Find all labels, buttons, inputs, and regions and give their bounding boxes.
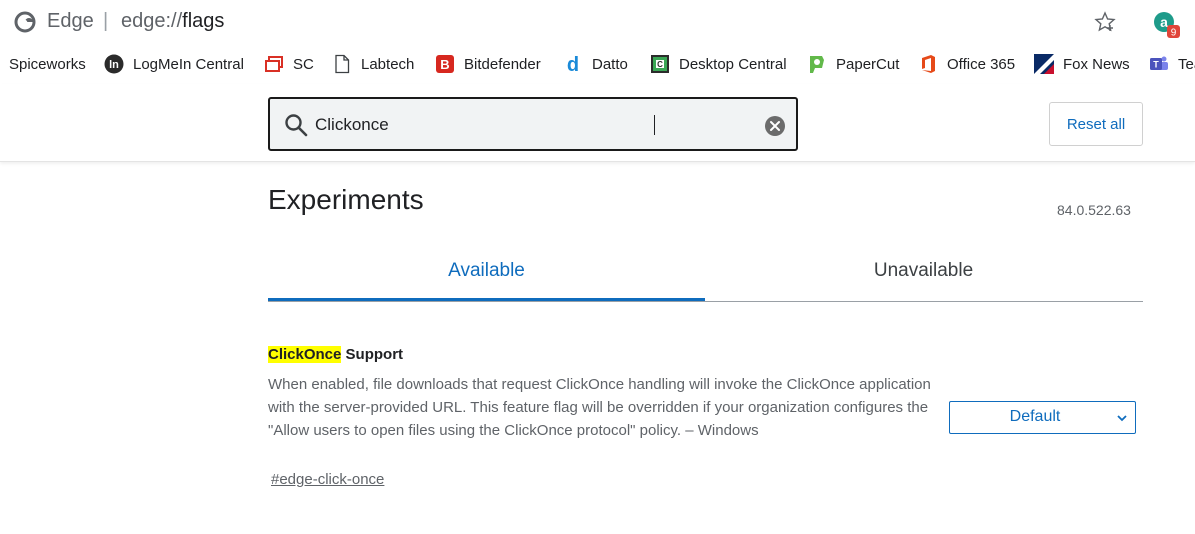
- tab-unavailable[interactable]: Unavailable: [705, 246, 1142, 301]
- address-bar: Edge | edge://flags a 9: [0, 0, 1195, 44]
- browser-name: Edge: [47, 10, 94, 32]
- flag-title-rest: Support: [341, 346, 404, 363]
- favorite-bitdefender[interactable]: B Bitdefender: [435, 53, 541, 75]
- url-path: flags: [182, 10, 225, 32]
- favorite-fox-news[interactable]: Fox News: [1034, 53, 1130, 75]
- svg-text:B: B: [440, 57, 449, 72]
- address-separator: |: [103, 10, 109, 32]
- office-icon: [918, 54, 938, 74]
- teams-icon: T: [1149, 54, 1169, 74]
- svg-text:C: C: [657, 60, 663, 69]
- profile-extension-icon[interactable]: a 9: [1152, 10, 1182, 40]
- logmein-icon: ln: [104, 54, 124, 74]
- favorite-logmein-central[interactable]: ln LogMeIn Central: [104, 53, 244, 75]
- page-icon: [332, 54, 352, 74]
- fox-news-icon: [1034, 54, 1054, 74]
- reset-all-button[interactable]: Reset all: [1049, 102, 1143, 146]
- favorite-label: Office 365: [947, 55, 1016, 73]
- favorite-label: PaperCut: [836, 55, 900, 73]
- url-text[interactable]: edge://flags: [121, 10, 224, 33]
- version-label: 84.0.522.63: [1057, 202, 1131, 218]
- search-icon: [285, 114, 308, 137]
- flag-title: ClickOnce Support: [268, 346, 1143, 363]
- flag-description: When enabled, file downloads that reques…: [268, 376, 931, 439]
- flag-entry: ClickOnce Support When enabled, file dow…: [268, 346, 1143, 488]
- favorite-label: Fox News: [1063, 55, 1130, 73]
- papercut-icon: [807, 54, 827, 74]
- svg-text:T: T: [1153, 60, 1159, 70]
- favorite-label: Desktop Central: [679, 55, 787, 73]
- screenconnect-icon: [264, 54, 284, 74]
- active-tab-indicator: [268, 298, 705, 301]
- star-add-favorite-icon[interactable]: [1094, 11, 1116, 33]
- favorite-label: SC: [293, 55, 314, 73]
- flags-header: Reset all: [0, 84, 1195, 162]
- favorite-office-365[interactable]: Office 365: [918, 53, 1015, 75]
- flag-permalink[interactable]: #edge-click-once: [271, 471, 384, 488]
- favorite-label: Tea: [1178, 55, 1195, 73]
- search-match-highlight: ClickOnce: [268, 346, 342, 363]
- favorite-label: Datto: [592, 55, 628, 73]
- favorites-bar: Spiceworks ln LogMeIn Central SC Labtech…: [0, 44, 1195, 84]
- text-caret: [654, 115, 655, 135]
- favorite-papercut[interactable]: PaperCut: [807, 53, 899, 75]
- clear-search-icon[interactable]: [764, 115, 786, 137]
- favorite-sc[interactable]: SC: [264, 53, 314, 75]
- svg-text:d: d: [567, 54, 579, 74]
- favorite-teams[interactable]: T Tea: [1149, 53, 1195, 75]
- favorite-datto[interactable]: d Datto: [563, 53, 628, 75]
- page-title: Experiments: [268, 184, 424, 215]
- url-scheme: edge://: [121, 10, 183, 32]
- desktop-central-icon: C: [650, 54, 670, 74]
- favorite-label: Spiceworks: [9, 55, 86, 73]
- favorite-label: Labtech: [361, 55, 415, 73]
- tab-bar: Available Unavailable: [268, 246, 1143, 302]
- chevron-down-icon: [1117, 415, 1127, 422]
- flag-state-select[interactable]: Default: [949, 401, 1136, 434]
- profile-badge-count: 9: [1171, 28, 1177, 39]
- flag-state-value: Default: [1009, 408, 1061, 425]
- favorite-label: LogMeIn Central: [133, 55, 244, 73]
- favorite-labtech[interactable]: Labtech: [332, 53, 414, 75]
- favorite-label: Bitdefender: [464, 55, 541, 73]
- favorite-desktop-central[interactable]: C Desktop Central: [650, 53, 787, 75]
- tab-available[interactable]: Available: [268, 246, 705, 301]
- edge-logo-icon: [14, 11, 36, 33]
- datto-icon: d: [563, 54, 583, 74]
- search-box[interactable]: [268, 97, 798, 151]
- svg-text:ln: ln: [109, 59, 119, 71]
- bitdefender-icon: B: [435, 54, 455, 74]
- favorite-spiceworks[interactable]: Spiceworks: [9, 53, 86, 75]
- svg-text:a: a: [1160, 14, 1168, 30]
- search-input[interactable]: [315, 112, 755, 138]
